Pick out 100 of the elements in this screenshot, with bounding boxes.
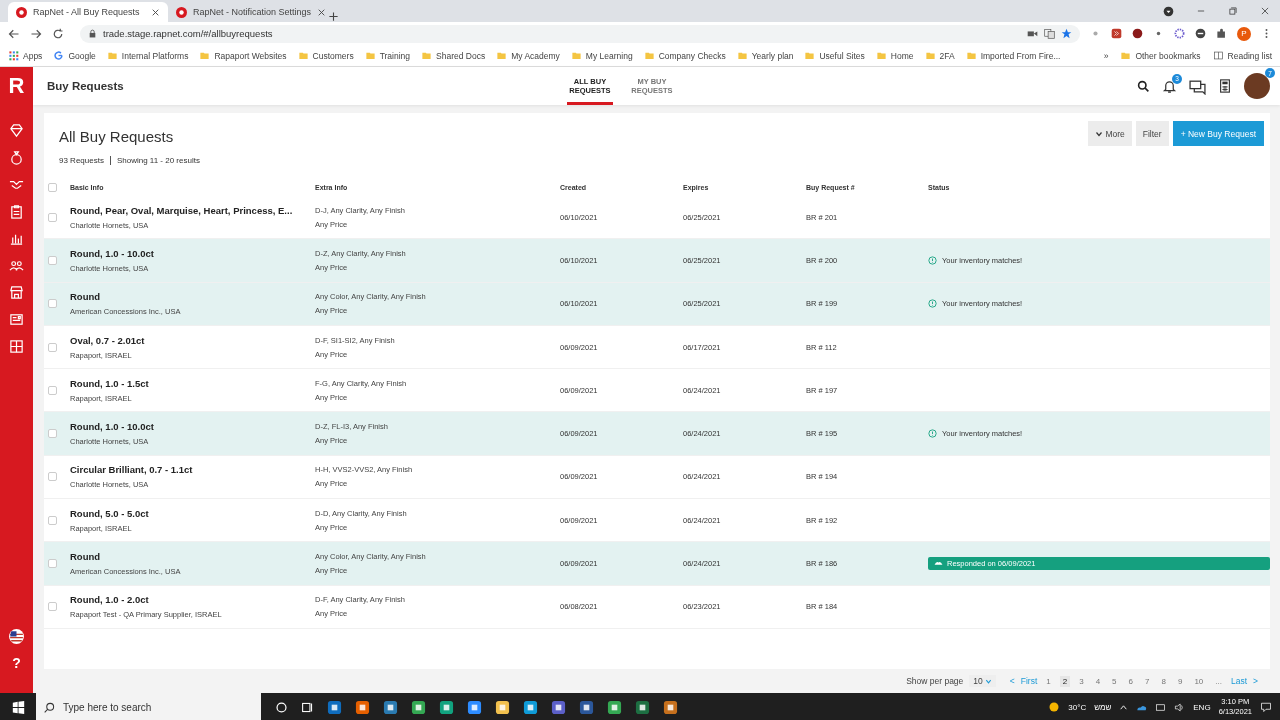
row-checkbox[interactable] (48, 429, 57, 439)
app-icon[interactable] (383, 699, 398, 715)
reading-list[interactable]: Reading list (1212, 50, 1272, 61)
firefox-icon[interactable] (355, 699, 370, 715)
page-number[interactable]: 2 (1059, 675, 1071, 687)
bookmark[interactable]: Google (53, 50, 96, 61)
bookmark[interactable]: Yearly plan (736, 50, 794, 61)
camera-icon[interactable] (1027, 28, 1038, 39)
page-number[interactable]: 3 (1076, 675, 1087, 687)
profile-avatar[interactable]: P (1237, 26, 1251, 41)
store-icon[interactable] (9, 285, 24, 300)
bookmark[interactable]: My Academy (496, 50, 560, 61)
page-number[interactable]: 4 (1092, 675, 1104, 687)
cortana-icon[interactable] (275, 700, 288, 714)
windows-start-icon[interactable] (11, 700, 25, 714)
page-number[interactable]: 6 (1125, 675, 1136, 687)
task-view-icon[interactable] (301, 700, 314, 714)
forward-icon[interactable] (30, 27, 42, 40)
bookmark[interactable]: Customers (297, 50, 354, 61)
row-checkbox[interactable] (48, 255, 57, 265)
filter-button[interactable]: Filter (1135, 121, 1169, 146)
bookmark[interactable]: Shared Docs (421, 50, 486, 61)
folder-icon[interactable] (495, 699, 510, 715)
chrome-icon[interactable] (411, 699, 426, 715)
close-icon[interactable] (317, 7, 327, 17)
close-icon[interactable] (151, 7, 160, 17)
back-icon[interactable] (8, 27, 20, 40)
app-icon[interactable] (439, 699, 454, 715)
tray-chevron-icon[interactable] (1119, 702, 1129, 712)
page-number[interactable]: 5 (1109, 675, 1120, 687)
page-number[interactable]: 10 (1191, 675, 1207, 687)
excel-icon[interactable] (635, 699, 650, 715)
bookmark[interactable]: Useful Sites (804, 50, 865, 61)
notifications-icon[interactable] (1260, 701, 1272, 713)
grid-icon[interactable] (9, 339, 24, 354)
chrome-icon[interactable] (607, 699, 622, 715)
reload-icon[interactable] (52, 27, 64, 40)
help-link[interactable]: ? (12, 655, 21, 671)
word-icon[interactable] (579, 699, 594, 715)
bell-icon[interactable] (1162, 78, 1177, 94)
extension-icon[interactable] (1111, 28, 1122, 39)
bookmark[interactable]: Internal Platforms (106, 50, 189, 61)
video-icon[interactable] (467, 699, 482, 715)
page-number[interactable]: 7 (1142, 675, 1153, 687)
page-number[interactable]: 8 (1158, 675, 1169, 687)
close-icon[interactable] (1260, 6, 1270, 16)
row-checkbox[interactable] (48, 299, 57, 309)
row-checkbox[interactable] (48, 472, 57, 482)
bookmark[interactable]: Other bookmarks (1120, 50, 1201, 61)
row-checkbox[interactable] (48, 515, 57, 525)
more-button[interactable]: More (1088, 121, 1132, 146)
address-bar[interactable]: trade.stage.rapnet.com/#/allbuyrequests (80, 24, 1080, 43)
bookmark[interactable]: 2FA (924, 50, 955, 61)
extension-icon[interactable] (1174, 28, 1185, 39)
bookmark[interactable]: Home (875, 50, 914, 61)
teams-icon[interactable] (551, 699, 566, 715)
outlook-icon[interactable] (327, 699, 342, 715)
app-logo[interactable]: R (0, 67, 33, 105)
bookmark[interactable]: Rapaport Websites (199, 50, 287, 61)
app-icon[interactable] (663, 699, 678, 715)
clipboard-icon[interactable] (9, 204, 24, 219)
user-avatar[interactable] (1244, 73, 1270, 99)
bookmark[interactable]: My Learning (570, 50, 633, 61)
puzzle-icon[interactable] (1216, 28, 1227, 39)
restore-icon[interactable] (1228, 6, 1238, 16)
row-checkbox[interactable] (48, 385, 57, 395)
newspaper-icon[interactable] (9, 312, 24, 327)
skype-icon[interactable] (523, 699, 538, 715)
row-checkbox[interactable] (48, 559, 57, 568)
bookmark[interactable]: Imported From Fire... (965, 50, 1061, 61)
extension-icon[interactable] (1195, 28, 1206, 39)
globe-flag-icon[interactable] (8, 628, 25, 645)
bookmark[interactable]: Company Checks (643, 50, 726, 61)
row-checkbox[interactable] (48, 342, 57, 352)
per-page-select[interactable]: 10 (969, 675, 996, 687)
search-icon[interactable] (1137, 79, 1150, 93)
star-icon[interactable] (1061, 28, 1072, 39)
input-language[interactable]: ENG (1193, 702, 1211, 712)
bookmark[interactable]: Apps (8, 50, 43, 61)
diamond-icon[interactable] (9, 123, 24, 138)
extension-icon[interactable] (1132, 28, 1143, 39)
row-checkbox[interactable] (48, 212, 57, 222)
translate-icon[interactable] (1044, 28, 1055, 39)
browser-tab[interactable]: RapNet - Notification Settings (168, 2, 328, 22)
bookmarks-overflow[interactable]: » (1103, 50, 1109, 61)
weather-temperature[interactable]: 30°C (1068, 702, 1087, 712)
calculator-icon[interactable] (1218, 79, 1232, 93)
ring-icon[interactable] (9, 150, 24, 165)
select-all-checkbox[interactable] (48, 182, 57, 192)
taskbar-search-field[interactable]: Type here to search (36, 693, 261, 720)
browser-tab[interactable]: RapNet - All Buy Requests (8, 2, 168, 22)
weather-condition[interactable]: שמש (1094, 702, 1112, 712)
bookmark[interactable]: Training (364, 50, 411, 61)
new-tab-icon[interactable] (328, 11, 339, 22)
row-checkbox[interactable] (48, 602, 57, 612)
volume-icon[interactable] (1174, 701, 1186, 713)
dropdown-icon[interactable] (1163, 5, 1174, 17)
page-number[interactable]: 1 (1043, 675, 1054, 687)
page-number[interactable]: 9 (1174, 675, 1186, 687)
people-icon[interactable] (9, 258, 24, 273)
